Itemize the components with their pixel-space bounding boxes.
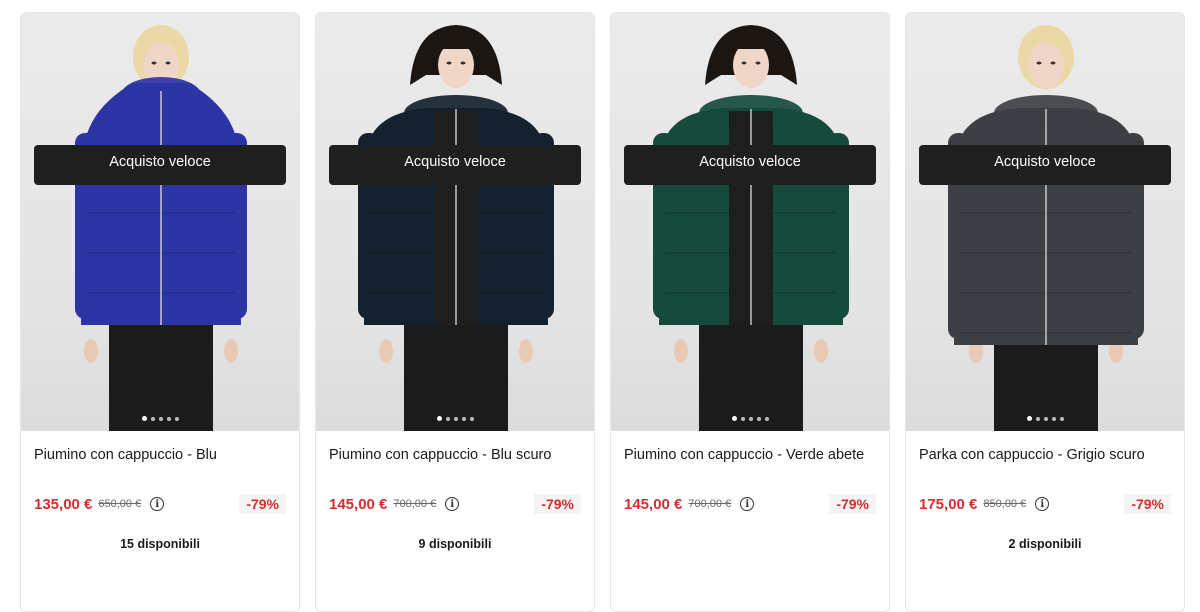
carousel-dot[interactable] <box>461 416 466 421</box>
carousel-dot[interactable] <box>1026 416 1032 421</box>
eye-right <box>165 61 171 65</box>
product-title[interactable]: Piumino con cappuccio - Blu <box>34 445 289 466</box>
model-photo <box>948 25 1144 431</box>
eye-left <box>151 61 157 65</box>
trousers <box>404 313 508 431</box>
info-icon[interactable]: i <box>740 497 755 511</box>
sale-price: 175,00 € <box>919 495 978 513</box>
info-icon[interactable]: i <box>1035 497 1050 511</box>
eye-right <box>755 61 761 65</box>
carousel-dot[interactable] <box>748 416 753 421</box>
product-title[interactable]: Piumino con cappuccio - Verde abete <box>624 445 879 466</box>
trousers <box>699 313 803 431</box>
stock-availability: 9 disponibili <box>418 537 492 551</box>
image-carousel-dots[interactable] <box>611 416 889 421</box>
hand-left <box>674 339 688 363</box>
quick-buy-button[interactable]: Acquisto veloce <box>329 145 581 185</box>
carousel-dot[interactable] <box>764 416 769 421</box>
info-icon[interactable]: i <box>445 497 460 511</box>
carousel-dot[interactable] <box>174 416 179 421</box>
carousel-dot[interactable] <box>166 416 171 421</box>
sale-price: 135,00 € <box>34 495 93 513</box>
discount-badge: -79% <box>534 494 581 514</box>
carousel-dot[interactable] <box>1035 416 1040 421</box>
carousel-dot[interactable] <box>1043 416 1048 421</box>
product-image[interactable] <box>316 13 594 431</box>
info-icon[interactable]: i <box>150 497 165 511</box>
carousel-dot[interactable] <box>469 416 474 421</box>
hand-left <box>379 339 393 363</box>
carousel-dot[interactable] <box>141 416 147 421</box>
quick-buy-button[interactable]: Acquisto veloce <box>919 145 1171 185</box>
eye-right <box>1050 61 1056 65</box>
model-photo <box>75 25 247 431</box>
carousel-dot[interactable] <box>445 416 450 421</box>
product-card[interactable]: Piumino con cappuccio - Blu scuro 145,00… <box>315 12 595 612</box>
quick-buy-button[interactable]: Acquisto veloce <box>34 145 286 185</box>
carousel-dot[interactable] <box>1059 416 1064 421</box>
face <box>1028 42 1064 88</box>
hand-right <box>814 339 828 363</box>
carousel-dot[interactable] <box>150 416 155 421</box>
original-price: 700,00 € <box>393 498 437 510</box>
price-row: 145,00 € 700,00 € i -79% <box>329 493 581 515</box>
image-carousel-dots[interactable] <box>906 416 1184 421</box>
product-title[interactable]: Piumino con cappuccio - Blu scuro <box>329 445 584 466</box>
discount-badge: -79% <box>239 494 286 514</box>
image-carousel-dots[interactable] <box>21 416 299 421</box>
price-row: 135,00 € 650,00 € i -79% <box>34 493 286 515</box>
carousel-dot[interactable] <box>756 416 761 421</box>
trousers <box>109 313 213 431</box>
product-card[interactable]: Piumino con cappuccio - Blu 135,00 € 650… <box>20 12 300 612</box>
eye-left <box>1036 61 1042 65</box>
carousel-dot[interactable] <box>453 416 458 421</box>
eye-left <box>741 61 747 65</box>
price-row: 175,00 € 850,00 € i -79% <box>919 493 1171 515</box>
stock-availability: 2 disponibili <box>1008 537 1082 551</box>
original-price: 650,00 € <box>98 498 142 510</box>
carousel-dot[interactable] <box>158 416 163 421</box>
discount-badge: -79% <box>829 494 876 514</box>
product-card[interactable]: Parka con cappuccio - Grigio scuro 175,0… <box>905 12 1185 612</box>
quick-buy-button[interactable]: Acquisto veloce <box>624 145 876 185</box>
hair-fringe <box>729 35 773 49</box>
stock-availability: 15 disponibili <box>120 537 200 551</box>
product-title[interactable]: Parka con cappuccio - Grigio scuro <box>919 445 1174 466</box>
hand-left <box>84 339 98 363</box>
hair-fringe <box>434 35 478 49</box>
carousel-dot[interactable] <box>1051 416 1056 421</box>
original-price: 700,00 € <box>688 498 732 510</box>
sale-price: 145,00 € <box>624 495 683 513</box>
hand-right <box>224 339 238 363</box>
eye-right <box>460 61 466 65</box>
sale-price: 145,00 € <box>329 495 388 513</box>
model-photo <box>653 25 849 431</box>
product-grid: Piumino con cappuccio - Blu 135,00 € 650… <box>0 0 1200 612</box>
eye-left <box>446 61 452 65</box>
model-photo <box>358 25 554 431</box>
product-image[interactable] <box>906 13 1184 431</box>
original-price: 850,00 € <box>983 498 1027 510</box>
discount-badge: -79% <box>1124 494 1171 514</box>
carousel-dot[interactable] <box>740 416 745 421</box>
carousel-dot[interactable] <box>436 416 442 421</box>
product-card[interactable]: Piumino con cappuccio - Verde abete 145,… <box>610 12 890 612</box>
product-image[interactable] <box>21 13 299 431</box>
product-image[interactable] <box>611 13 889 431</box>
price-row: 145,00 € 700,00 € i -79% <box>624 493 876 515</box>
image-carousel-dots[interactable] <box>316 416 594 421</box>
carousel-dot[interactable] <box>731 416 737 421</box>
hand-right <box>519 339 533 363</box>
